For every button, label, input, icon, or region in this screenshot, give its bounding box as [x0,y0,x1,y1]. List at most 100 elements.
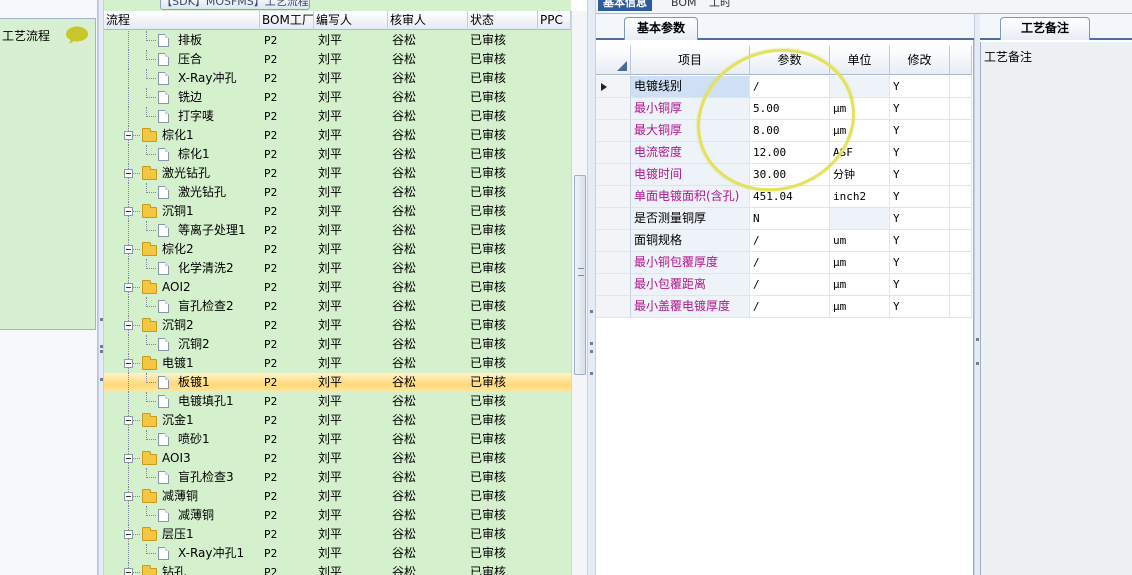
tab-process-notes[interactable]: 工艺备注 [1000,17,1090,40]
param-value-cell[interactable]: / [750,296,830,318]
table-row[interactable]: 激光钻孔 P2 刘平 谷松 已审核 [104,183,571,202]
table-row[interactable]: 压合 P2 刘平 谷松 已审核 [104,50,571,69]
collapse-toggle-icon[interactable] [124,416,133,425]
param-row[interactable]: 最小包覆距离 / μm Y [596,274,972,296]
notes-content[interactable]: 工艺备注 [980,42,1132,575]
tree-guide-line [128,506,129,525]
col-header-flow[interactable]: 流程 [104,11,260,30]
table-row[interactable]: 喷砂1 P2 刘平 谷松 已审核 [104,430,571,449]
col-header-unit[interactable]: 单位 [830,46,890,75]
row-indicator[interactable] [596,208,631,230]
process-flow-strip[interactable]: 工艺流程 [0,18,96,330]
col-header-edit[interactable]: 修改 [890,46,950,75]
param-row[interactable]: 最小盖覆电镀厚度 / μm Y [596,296,972,318]
document-icon [158,91,169,104]
window-title-tab[interactable]: 【SDK】MOSFMS】工艺流程 [160,0,310,10]
col-header-ppc[interactable]: PPC [538,11,571,30]
table-row[interactable]: 盲孔检查3 P2 刘平 谷松 已审核 [104,468,571,487]
table-row[interactable]: AOI2 P2 刘平 谷松 已审核 [104,278,571,297]
row-indicator[interactable] [596,230,631,252]
table-row[interactable]: 沉铜1 P2 刘平 谷松 已审核 [104,202,571,221]
row-indicator[interactable] [596,120,631,142]
collapse-toggle-icon[interactable] [124,321,133,330]
param-value-cell[interactable]: / [750,230,830,252]
param-row[interactable]: 面铜规格 / um Y [596,230,972,252]
table-row[interactable]: 排板 P2 刘平 谷松 已审核 [104,31,571,50]
row-indicator[interactable] [596,142,631,164]
collapse-toggle-icon[interactable] [124,454,133,463]
param-edit-cell: Y [890,230,950,252]
row-indicator[interactable] [596,98,631,120]
row-indicator[interactable] [596,296,631,318]
table-row[interactable]: 打字唛 P2 刘平 谷松 已审核 [104,107,571,126]
table-row[interactable]: 沉铜2 P2 刘平 谷松 已审核 [104,316,571,335]
param-row[interactable]: 最小铜包覆厚度 / μm Y [596,252,972,274]
col-header-bom-factory[interactable]: BOM工厂 [260,11,314,30]
collapse-toggle-icon[interactable] [124,283,133,292]
table-row[interactable]: X-Ray冲孔 P2 刘平 谷松 已审核 [104,69,571,88]
chat-bubble-icon[interactable] [64,25,90,45]
collapse-toggle-icon[interactable] [124,568,133,575]
param-edit-cell: Y [890,76,950,98]
table-row[interactable]: 减薄铜 P2 刘平 谷松 已审核 [104,506,571,525]
flow-name-cell: AOI2 [162,280,191,294]
bom-factory-cell: P2 [264,148,278,161]
table-row[interactable]: 板镀1 P2 刘平 谷松 已审核 [104,373,571,392]
table-row[interactable]: 减薄铜 P2 刘平 谷松 已审核 [104,487,571,506]
splitter-grip-icon [590,350,593,353]
collapse-toggle-icon[interactable] [124,207,133,216]
param-edit-cell: Y [890,142,950,164]
collapse-toggle-icon[interactable] [124,131,133,140]
row-indicator[interactable] [596,274,631,296]
param-value-cell[interactable]: / [750,252,830,274]
table-row[interactable]: X-Ray冲孔1 P2 刘平 谷松 已审核 [104,544,571,563]
status-cell: 已审核 [470,204,507,218]
scrollbar-thumb[interactable] [574,175,586,375]
bom-factory-cell: P2 [264,167,278,180]
tree-scrollbar[interactable] [571,11,587,575]
table-row[interactable]: 盲孔检查2 P2 刘平 谷松 已审核 [104,297,571,316]
param-item-cell: 是否测量铜厚 [631,208,750,230]
table-row[interactable]: 钻孔 P2 刘平 谷松 已审核 [104,563,571,575]
collapse-toggle-icon[interactable] [124,530,133,539]
flow-name-cell: 棕化1 [162,128,194,142]
tab-work-hours[interactable]: 工时 [704,0,736,11]
param-value-cell[interactable]: N [750,208,830,230]
table-row[interactable]: 沉金1 P2 刘平 谷松 已审核 [104,411,571,430]
param-edit-cell: Y [890,208,950,230]
middle-splitter[interactable] [587,0,596,575]
status-cell: 已审核 [470,242,507,256]
row-header-corner [596,46,631,75]
col-header-status[interactable]: 状态 [468,11,538,30]
table-row[interactable]: AOI3 P2 刘平 谷松 已审核 [104,449,571,468]
table-row[interactable]: 激光钻孔 P2 刘平 谷松 已审核 [104,164,571,183]
col-header-reviewer[interactable]: 核审人 [388,11,468,30]
table-row[interactable]: 等离子处理1 P2 刘平 谷松 已审核 [104,221,571,240]
table-row[interactable]: 层压1 P2 刘平 谷松 已审核 [104,525,571,544]
bom-factory-cell: P2 [264,34,278,47]
param-value-cell[interactable]: / [750,274,830,296]
table-row[interactable]: 化学清洗2 P2 刘平 谷松 已审核 [104,259,571,278]
collapse-toggle-icon[interactable] [124,492,133,501]
collapse-toggle-icon[interactable] [124,359,133,368]
tab-basic-info[interactable]: 基本信息 [598,0,652,11]
table-row[interactable]: 棕化2 P2 刘平 谷松 已审核 [104,240,571,259]
tab-bom[interactable]: BOM [666,0,702,11]
row-indicator[interactable] [596,164,631,186]
tab-basic-params[interactable]: 基本参数 [624,17,698,40]
col-header-writer[interactable]: 编写人 [314,11,388,30]
table-row[interactable]: 铣边 P2 刘平 谷松 已审核 [104,88,571,107]
row-indicator[interactable] [596,186,631,208]
table-row[interactable]: 棕化1 P2 刘平 谷松 已审核 [104,126,571,145]
param-row[interactable]: 是否测量铜厚 N Y [596,208,972,230]
table-row[interactable]: 电镀1 P2 刘平 谷松 已审核 [104,354,571,373]
table-row[interactable]: 沉铜2 P2 刘平 谷松 已审核 [104,335,571,354]
row-indicator[interactable] [596,76,631,98]
table-row[interactable]: 棕化1 P2 刘平 谷松 已审核 [104,145,571,164]
collapse-toggle-icon[interactable] [124,245,133,254]
row-indicator[interactable] [596,252,631,274]
table-row[interactable]: 电镀填孔1 P2 刘平 谷松 已审核 [104,392,571,411]
writer-cell: 刘平 [318,565,343,575]
folder-icon [142,527,157,541]
collapse-toggle-icon[interactable] [124,169,133,178]
